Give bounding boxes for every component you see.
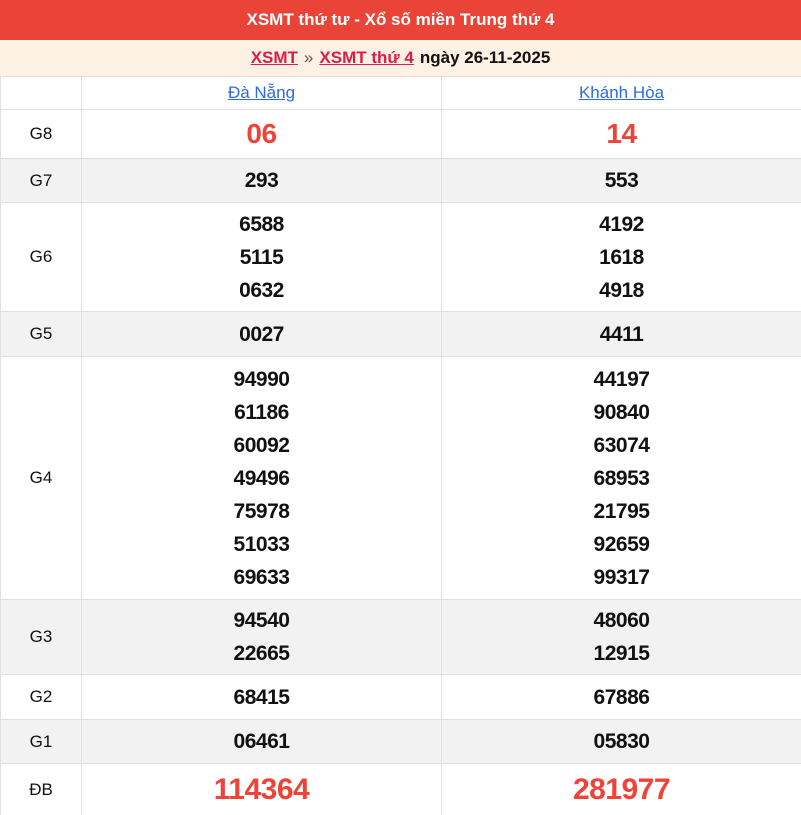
header-cell-khanh-hoa: Khánh Hòa <box>442 77 801 109</box>
prize-value: 61186 <box>234 396 289 429</box>
prize-label-g2: G2 <box>1 675 82 719</box>
prize-value: 293 <box>245 164 279 197</box>
prize-cell-g5-da-nang: 0027 <box>82 312 442 356</box>
prize-row-g7: G7 293 553 <box>1 159 801 203</box>
prize-value: 94990 <box>234 363 290 396</box>
prize-label-g1: G1 <box>1 720 82 763</box>
prize-value: 4192 <box>599 208 644 241</box>
prize-value: 12915 <box>594 637 650 670</box>
prize-value: 22665 <box>234 637 290 670</box>
prize-value: 1618 <box>599 241 644 274</box>
prize-label-g4: G4 <box>1 357 82 599</box>
prize-value: 49496 <box>234 462 290 495</box>
breadcrumb-date: ngày 26-11-2025 <box>420 48 550 68</box>
prize-cell-g2-da-nang: 68415 <box>82 675 442 719</box>
page-title-bar: XSMT thứ tư - Xổ số miền Trung thứ 4 <box>0 0 801 40</box>
prize-cell-db-da-nang: 114364 <box>82 764 442 815</box>
prize-value: 75978 <box>234 495 290 528</box>
prize-label-g7: G7 <box>1 159 82 202</box>
prize-value: 99317 <box>594 561 650 594</box>
prize-label-g3: G3 <box>1 600 82 674</box>
prize-value: 94540 <box>234 604 290 637</box>
prize-value: 05830 <box>594 725 650 758</box>
prize-value: 281977 <box>573 770 670 810</box>
prize-row-g5: G5 0027 4411 <box>1 312 801 357</box>
prize-value: 68415 <box>234 681 290 714</box>
prize-value: 6588 <box>239 208 284 241</box>
prize-value: 553 <box>605 164 639 197</box>
prize-cell-g3-khanh-hoa: 48060 12915 <box>442 600 801 674</box>
prize-row-g4: G4 94990 61186 60092 49496 75978 51033 6… <box>1 357 801 600</box>
prize-cell-g1-khanh-hoa: 05830 <box>442 720 801 763</box>
breadcrumb-separator: » <box>304 48 313 68</box>
prize-value: 69633 <box>234 561 290 594</box>
header-empty-cell <box>1 77 82 109</box>
results-table: Đà Nẵng Khánh Hòa G8 06 14 G7 293 553 <box>0 76 801 815</box>
prize-value: 4411 <box>600 318 644 351</box>
prize-value: 5115 <box>240 241 284 274</box>
breadcrumb-link-xsmt-thu4[interactable]: XSMT thứ 4 <box>319 48 413 68</box>
breadcrumb: XSMT » XSMT thứ 4 ngày 26-11-2025 <box>0 40 801 76</box>
prize-value: 48060 <box>594 604 650 637</box>
prize-row-g6: G6 6588 5115 0632 4192 1618 4918 <box>1 203 801 312</box>
prize-label-db: ĐB <box>1 764 82 815</box>
prize-value: 44197 <box>594 363 650 396</box>
prize-value: 06461 <box>234 725 290 758</box>
prize-label-g8: G8 <box>1 110 82 158</box>
prize-cell-db-khanh-hoa: 281977 <box>442 764 801 815</box>
prize-cell-g8-khanh-hoa: 14 <box>442 110 801 158</box>
prize-cell-g4-da-nang: 94990 61186 60092 49496 75978 51033 6963… <box>82 357 442 599</box>
prize-row-db: ĐB 114364 281977 <box>1 764 801 815</box>
prize-value: 4918 <box>599 274 644 307</box>
province-link-da-nang[interactable]: Đà Nẵng <box>228 83 295 103</box>
prize-value: 0027 <box>239 318 284 351</box>
prize-value: 68953 <box>594 462 650 495</box>
prize-value: 0632 <box>239 274 284 307</box>
prize-row-g3: G3 94540 22665 48060 12915 <box>1 600 801 675</box>
prize-value: 63074 <box>594 429 650 462</box>
lottery-results-page: XSMT thứ tư - Xổ số miền Trung thứ 4 XSM… <box>0 0 801 815</box>
province-link-khanh-hoa[interactable]: Khánh Hòa <box>579 83 664 103</box>
prize-value: 90840 <box>594 396 650 429</box>
prize-row-g8: G8 06 14 <box>1 110 801 159</box>
prize-cell-g3-da-nang: 94540 22665 <box>82 600 442 674</box>
prize-label-g6: G6 <box>1 203 82 311</box>
prize-row-g1: G1 06461 05830 <box>1 720 801 764</box>
prize-value: 21795 <box>594 495 650 528</box>
table-header-row: Đà Nẵng Khánh Hòa <box>1 77 801 110</box>
prize-cell-g6-khanh-hoa: 4192 1618 4918 <box>442 203 801 311</box>
prize-value: 67886 <box>594 681 650 714</box>
prize-cell-g8-da-nang: 06 <box>82 110 442 158</box>
prize-cell-g6-da-nang: 6588 5115 0632 <box>82 203 442 311</box>
prize-value: 60092 <box>234 429 290 462</box>
prize-cell-g2-khanh-hoa: 67886 <box>442 675 801 719</box>
breadcrumb-link-xsmt[interactable]: XSMT <box>251 48 298 68</box>
prize-value: 14 <box>606 115 636 153</box>
prize-cell-g5-khanh-hoa: 4411 <box>442 312 801 356</box>
prize-label-g5: G5 <box>1 312 82 356</box>
prize-value: 06 <box>246 115 276 153</box>
prize-cell-g7-da-nang: 293 <box>82 159 442 202</box>
page-title: XSMT thứ tư - Xổ số miền Trung thứ 4 <box>247 10 555 30</box>
prize-value: 114364 <box>214 770 309 810</box>
prize-cell-g4-khanh-hoa: 44197 90840 63074 68953 21795 92659 9931… <box>442 357 801 599</box>
header-cell-da-nang: Đà Nẵng <box>82 77 442 109</box>
prize-value: 51033 <box>234 528 290 561</box>
prize-cell-g1-da-nang: 06461 <box>82 720 442 763</box>
prize-cell-g7-khanh-hoa: 553 <box>442 159 801 202</box>
prize-row-g2: G2 68415 67886 <box>1 675 801 720</box>
prize-value: 92659 <box>594 528 650 561</box>
